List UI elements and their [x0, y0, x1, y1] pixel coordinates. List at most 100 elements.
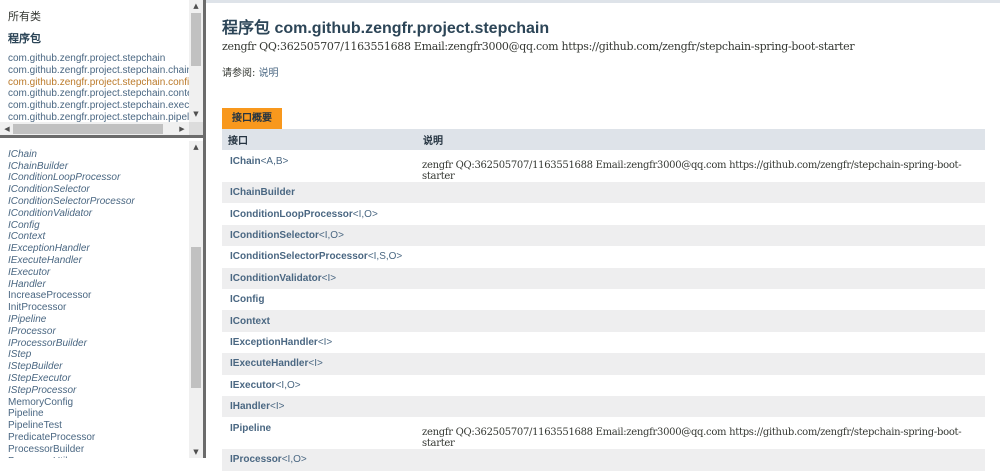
class-link[interactable]: PredicateProcessor [8, 432, 135, 444]
package-link[interactable]: com.github.zengfr.project.stepchain.cont… [8, 88, 203, 100]
description-cell [417, 332, 985, 353]
interface-link[interactable]: IExecuteHandler [230, 358, 308, 369]
table-row: IPipeline zengfr QQ:362505707/1163551688 … [222, 417, 985, 449]
scroll-up-icon[interactable]: ▲ [189, 0, 203, 12]
scroll-down-icon[interactable]: ▼ [189, 446, 203, 458]
package-horizontal-scrollbar[interactable]: ◀ ▶ [0, 122, 189, 135]
left-navigation-panel: 所有类 程序包 com.github.zengfr.project.stepch… [0, 0, 206, 458]
table-row: IProcessor<I,O> [222, 449, 985, 471]
class-link[interactable]: IExecutor [8, 267, 135, 279]
interface-link[interactable]: IContext [230, 316, 270, 327]
table-row: IExecuteHandler<I> [222, 353, 985, 375]
description-cell [417, 375, 985, 396]
interface-summary-table: 接口 说明 IChain<A,B> zengfr QQ:362505707/116… [222, 129, 985, 471]
type-parameters: <A,B> [260, 156, 289, 167]
class-link[interactable]: IPipeline [8, 314, 135, 326]
interface-link[interactable]: IConditionValidator [230, 273, 322, 284]
scroll-thumb[interactable] [191, 13, 201, 66]
interface-link[interactable]: IHandler [230, 401, 270, 412]
interface-link[interactable]: IConditionSelectorProcessor [230, 251, 368, 262]
interface-link[interactable]: IExceptionHandler [230, 337, 318, 348]
class-link[interactable]: InitProcessor [8, 302, 135, 314]
class-link[interactable]: IConditionValidator [8, 208, 135, 220]
class-link[interactable]: IHandler [8, 279, 135, 291]
type-parameters: <I,O> [281, 454, 307, 466]
package-link[interactable]: com.github.zengfr.project.stepchain [8, 53, 203, 65]
interface-link[interactable]: IConditionSelector [230, 230, 319, 241]
interface-link[interactable]: IConditionLoopProcessor [230, 209, 353, 220]
interface-link[interactable]: IConfig [230, 294, 264, 305]
page-title: 程序包 com.github.zengfr.project.stepchain [222, 20, 550, 37]
class-link[interactable]: IProcessorBuilder [8, 338, 135, 350]
package-link[interactable]: com.github.zengfr.project.stepchain.exec… [8, 100, 203, 112]
class-link[interactable]: IStepProcessor [8, 385, 135, 397]
description-cell [417, 203, 985, 224]
scroll-right-icon[interactable]: ▶ [175, 123, 189, 135]
class-link[interactable]: IProcessor [8, 326, 135, 338]
package-vertical-scrollbar[interactable]: ▲ ▼ [189, 0, 203, 122]
table-row: IChainBuilder [222, 182, 985, 204]
class-link[interactable]: IContext [8, 231, 135, 243]
table-row: IExecutor<I,O> [222, 375, 985, 396]
description-cell [417, 395, 985, 418]
interface-cell: IConfig [222, 289, 417, 310]
scroll-up-icon[interactable]: ▲ [189, 141, 203, 153]
class-vertical-scrollbar[interactable]: ▲ ▼ [189, 141, 203, 458]
table-row: IExceptionHandler<I> [222, 332, 985, 353]
class-link[interactable]: MemoryConfig [8, 397, 135, 409]
class-list-spacer [8, 141, 135, 149]
package-link[interactable]: com.github.zengfr.project.stepchain.chai… [8, 65, 203, 77]
class-link[interactable]: IStepBuilder [8, 361, 135, 373]
all-classes-link[interactable]: 所有类 [8, 8, 41, 24]
scroll-down-icon[interactable]: ▼ [189, 108, 203, 120]
class-link[interactable]: Pipeline [8, 408, 135, 420]
type-parameters: <I> [317, 336, 333, 348]
interface-link[interactable]: IChain [230, 156, 261, 167]
class-link[interactable]: IncreaseProcessor [8, 290, 135, 302]
see-also: 请参阅: 说明 [222, 64, 279, 79]
scroll-thumb[interactable] [191, 247, 201, 388]
class-link[interactable]: IConditionSelectorProcessor [8, 196, 135, 208]
class-link[interactable]: IConfig [8, 220, 135, 232]
see-also-link[interactable]: 说明 [259, 68, 279, 79]
package-link[interactable]: com.github.zengfr.project.stepchain.conf… [8, 77, 203, 89]
description-cell: zengfr QQ:362505707/1163551688 Email:zen… [422, 427, 962, 450]
class-link[interactable]: IConditionLoopProcessor [8, 172, 135, 184]
type-parameters: <I> [321, 272, 337, 284]
description-cell: zengfr QQ:362505707/1163551688 Email:zen… [422, 160, 962, 182]
type-parameters: <I,O> [275, 379, 301, 391]
class-link[interactable]: ProcessorBuilder [8, 444, 135, 456]
description-cell [417, 267, 985, 289]
interface-link[interactable]: IChainBuilder [230, 187, 295, 198]
interface-cell: IConditionSelector<I,O> [222, 224, 417, 247]
interface-cell: IHandler<I> [222, 395, 417, 418]
interface-cell: IConditionSelectorProcessor<I,S,O> [222, 246, 417, 267]
class-link[interactable]: IExceptionHandler [8, 243, 135, 255]
class-list-frame: IChain IChainBuilder IConditionLoopProcess… [0, 141, 203, 458]
see-also-label: 请参阅: [222, 68, 256, 79]
class-link[interactable]: IChain [8, 149, 135, 161]
description-cell [417, 246, 985, 267]
class-link[interactable]: IExecuteHandler [8, 255, 135, 267]
class-link[interactable]: PipelineTest [8, 420, 135, 432]
description-cell [417, 182, 985, 204]
table-row: IChain<A,B> zengfr QQ:362505707/116355168… [222, 150, 985, 182]
interface-link[interactable]: IExecutor [230, 380, 276, 391]
packages-heading: 程序包 [8, 32, 41, 45]
class-link[interactable]: IConditionSelector [8, 184, 135, 196]
description-cell [417, 310, 985, 332]
class-list: IChain IChainBuilder IConditionLoopProcess… [8, 141, 135, 458]
scroll-thumb[interactable] [13, 124, 163, 134]
interface-cell: IContext [222, 310, 417, 332]
class-link[interactable]: IStep [8, 349, 135, 361]
table-row: IConditionValidator<I> [222, 267, 985, 289]
interface-cell: IExecuteHandler<I> [222, 353, 417, 375]
interface-link[interactable]: IPipeline [230, 423, 271, 434]
interface-link[interactable]: IProcessor [230, 454, 282, 465]
class-link[interactable]: IStepExecutor [8, 373, 135, 385]
column-header-interface: 接口 [222, 129, 417, 150]
interface-cell: IConditionLoopProcessor<I,O> [222, 203, 417, 224]
class-link[interactable]: IChainBuilder [8, 161, 135, 173]
package-list: com.github.zengfr.project.stepchain com.g… [8, 53, 203, 124]
scroll-left-icon[interactable]: ◀ [0, 123, 14, 135]
